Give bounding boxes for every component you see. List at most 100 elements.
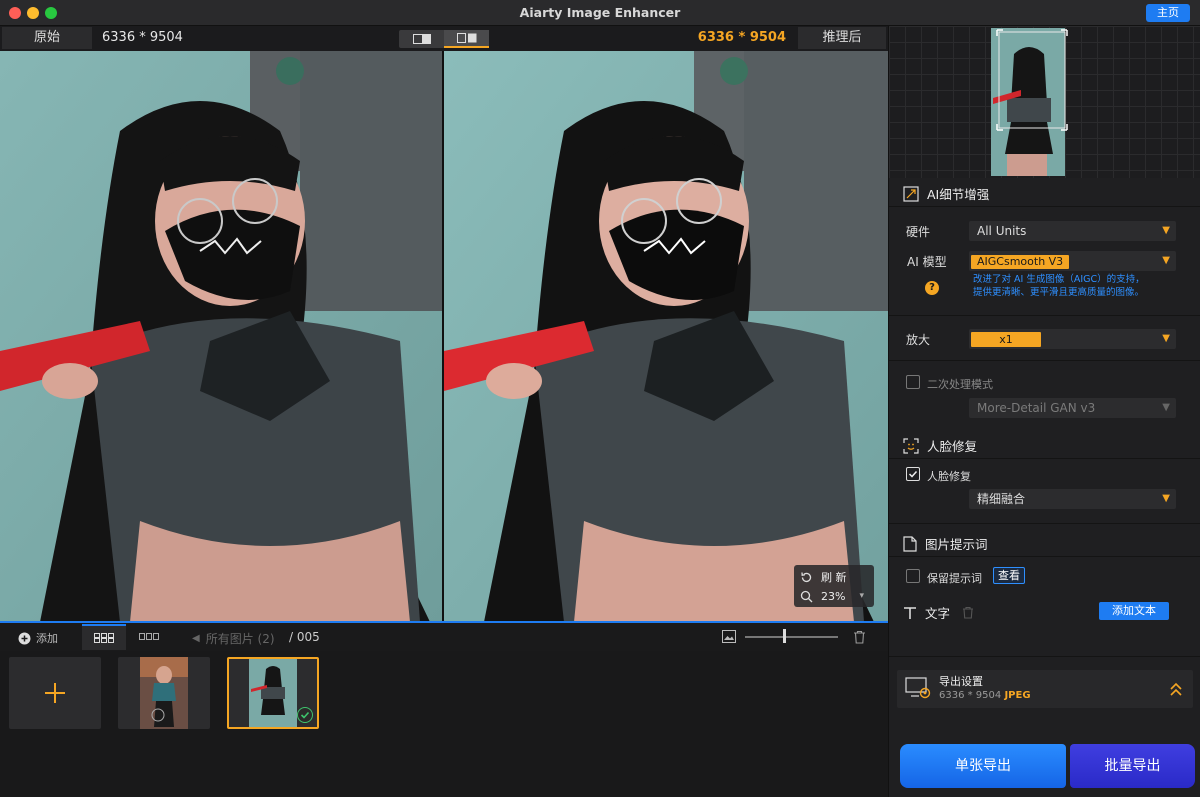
chevron-down-icon: ▼ [1162, 225, 1170, 236]
keep-prompt-checkbox[interactable] [906, 569, 920, 583]
zoom-icon [800, 590, 813, 602]
zoom-level: 23% [821, 589, 846, 603]
navigator-thumbnail [991, 28, 1068, 176]
model-description-1: 改进了对 AI 生成图像（AIGC）的支持， [973, 274, 1145, 285]
thumbnail-2[interactable] [227, 657, 319, 729]
processed-photo [444, 51, 888, 622]
model-dropdown[interactable]: AIGCsmooth V3 ▼ [969, 251, 1176, 271]
grid-view-tab[interactable] [82, 624, 126, 650]
detail-section-title: AI细节增强 [903, 184, 989, 203]
side-by-side-view-button[interactable] [444, 30, 489, 48]
strip-view-tab[interactable] [127, 624, 171, 650]
title-bar: Aiarty Image Enhancer 主页 [0, 0, 1200, 26]
plus-icon [45, 683, 65, 703]
selected-check-icon [297, 707, 313, 723]
second-pass-value: More-Detail GAN v3 [977, 401, 1096, 415]
face-repair-checkbox[interactable] [906, 467, 920, 481]
divider [889, 315, 1200, 316]
divider [889, 656, 1200, 657]
divider [889, 523, 1200, 524]
add-text-button[interactable]: 添加文本 [1099, 602, 1169, 620]
processed-image-pane[interactable] [444, 51, 888, 622]
check-icon [908, 470, 918, 478]
add-label: 添加 [36, 632, 58, 645]
text-title: 文字 [925, 606, 951, 621]
chevron-down-icon: ▼ [1162, 255, 1170, 266]
thumbnail-image [140, 657, 188, 729]
slider-thumb[interactable] [783, 629, 786, 643]
scale-dropdown[interactable]: x1 ▼ [969, 329, 1176, 349]
face-section-title: 人脸修复 [903, 436, 977, 455]
prompt-title: 图片提示词 [925, 537, 988, 552]
thumbnail-strip [0, 651, 888, 797]
app-title: Aiarty Image Enhancer [519, 5, 681, 20]
keep-prompt-label: 保留提示词 [927, 572, 982, 585]
scale-value: x1 [971, 332, 1041, 347]
enhance-icon [903, 185, 919, 202]
batch-export-button[interactable]: 批量导出 [1070, 744, 1195, 788]
view-mode-toggle [399, 30, 489, 48]
zoom-controls: 刷 新 23% ▾ [794, 565, 874, 607]
refresh-row[interactable]: 刷 新 [800, 568, 847, 586]
export-format: JPEG [1004, 690, 1031, 701]
trash-icon[interactable] [853, 630, 866, 644]
chevron-down-icon: ▼ [1162, 402, 1170, 413]
thumbnail-size-slider[interactable] [745, 636, 838, 638]
original-photo [0, 51, 442, 622]
second-pass-dropdown[interactable]: More-Detail GAN v3 ▼ [969, 398, 1176, 418]
split-view-button[interactable] [399, 30, 444, 48]
thumbnail-1[interactable] [118, 657, 210, 729]
original-size: 6336 * 9504 [102, 30, 183, 45]
image-size-icon [722, 630, 736, 643]
image-count: / 005 [289, 630, 320, 644]
refresh-icon [801, 571, 812, 582]
single-export-button[interactable]: 单张导出 [900, 744, 1066, 788]
divider [889, 556, 1200, 557]
processed-size: 6336 * 9504 [697, 30, 786, 45]
help-icon[interactable]: ? [925, 281, 939, 295]
add-icon [18, 632, 31, 644]
model-value: AIGCsmooth V3 [971, 255, 1070, 269]
chevron-down-icon: ▼ [1162, 333, 1170, 344]
second-pass-checkbox[interactable] [906, 375, 920, 389]
export-settings-icon [905, 677, 931, 699]
face-title: 人脸修复 [927, 439, 978, 454]
zoom-level-row[interactable]: 23% ▾ [800, 587, 864, 605]
view-prompt-button[interactable]: 查看 [993, 567, 1025, 584]
face-mode-dropdown[interactable]: 精细融合 ▼ [969, 489, 1176, 509]
hardware-dropdown[interactable]: All Units ▼ [969, 221, 1176, 241]
navigator-preview[interactable] [889, 26, 1200, 178]
model-description-2: 提供更清晰、更平滑且更高质量的图像。 [973, 287, 1145, 298]
hardware-label: 硬件 [906, 225, 931, 239]
divider [889, 360, 1200, 361]
hardware-value: All Units [977, 224, 1027, 238]
detail-title: AI细节增强 [927, 187, 990, 202]
all-images-link[interactable]: ◀ 所有图片 (2) [192, 630, 275, 647]
chevron-down-icon: ▼ [1162, 493, 1170, 504]
add-image-button[interactable]: 添加 [18, 630, 58, 646]
processed-label: 推理后 [798, 27, 886, 49]
chevron-down-icon: ▾ [859, 591, 864, 601]
arrow-left-icon: ◀ [192, 633, 200, 644]
second-pass-label: 二次处理模式 [927, 378, 993, 391]
trash-icon[interactable] [962, 606, 974, 619]
text-section-title: 文字 [903, 603, 974, 622]
face-scan-icon [903, 437, 919, 454]
original-image-pane[interactable] [0, 51, 442, 622]
add-image-tile[interactable] [9, 657, 101, 729]
original-label: 原始 [2, 27, 92, 49]
face-repair-label: 人脸修复 [927, 470, 971, 483]
text-icon [904, 606, 916, 619]
divider [889, 206, 1200, 207]
prompt-section-title: 图片提示词 [903, 534, 988, 553]
model-label: AI 模型 [907, 255, 947, 269]
all-images-label: 所有图片 (2) [205, 632, 275, 646]
home-button[interactable]: 主页 [1146, 4, 1190, 22]
double-chevron-up-icon[interactable] [1169, 681, 1183, 697]
strip-icon [139, 633, 159, 640]
face-mode-value: 精细融合 [977, 492, 1026, 506]
export-settings-card[interactable]: 导出设置 6336 * 9504 JPEG [897, 670, 1193, 708]
export-details: 6336 * 9504 JPEG [939, 690, 1031, 701]
divider [889, 458, 1200, 459]
export-size: 6336 * 9504 [939, 690, 1002, 701]
